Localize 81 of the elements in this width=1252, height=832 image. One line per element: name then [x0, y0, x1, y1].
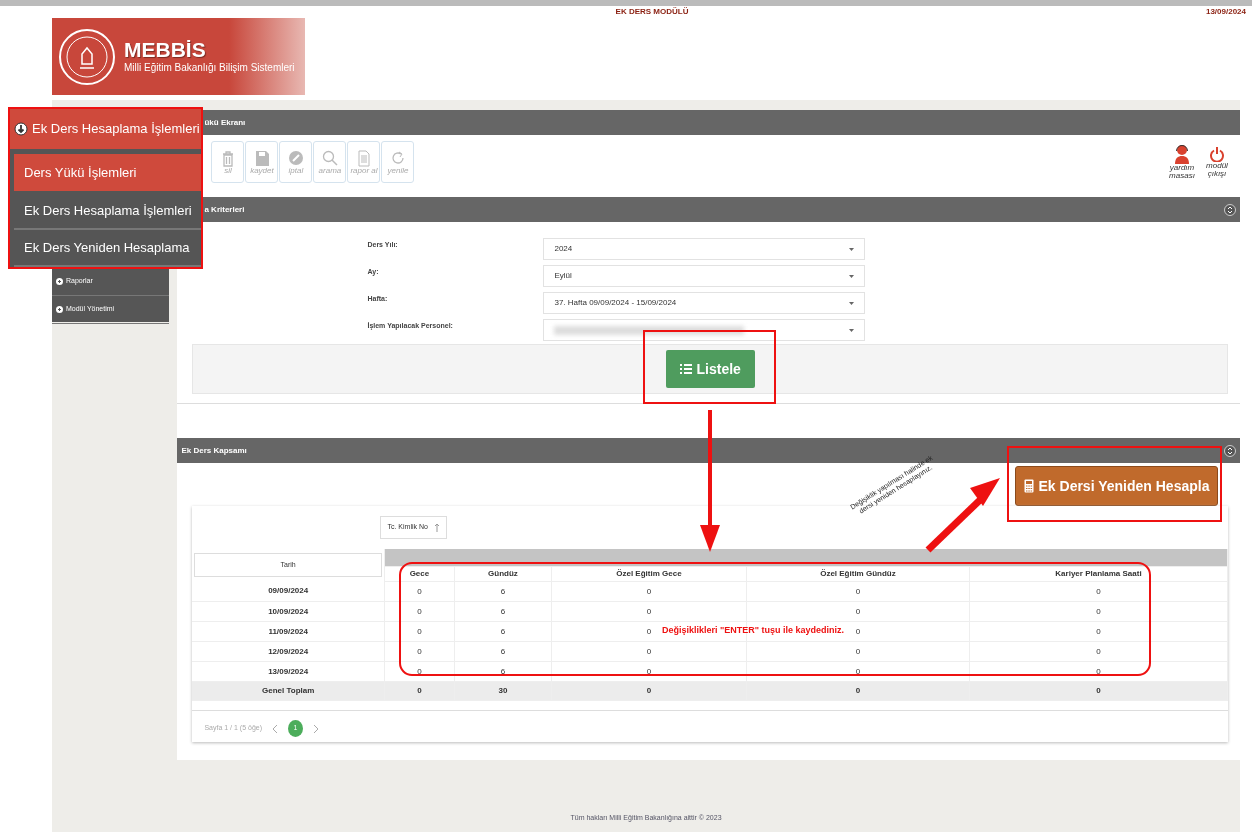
- refresh-icon: [389, 149, 406, 167]
- total-cell: 0: [417, 686, 422, 695]
- total-cell: 0: [855, 686, 861, 695]
- table-cell: 6: [500, 626, 506, 636]
- table-cell: 0: [646, 666, 652, 676]
- column-header: Özel Eğitim Gece: [616, 569, 682, 578]
- select-field[interactable]: Eylül: [543, 265, 866, 287]
- calculator-icon: [1023, 479, 1034, 493]
- power-icon: [1209, 146, 1225, 162]
- sort-up-icon: [433, 522, 440, 533]
- table-cell: 13/09/2024: [268, 666, 309, 676]
- annotation-note: Değişiklikleri "ENTER" tuşu ile kaydediniz.: [662, 624, 845, 637]
- panel-title: a Kriterleri: [204, 203, 245, 216]
- table-cell: 0: [1096, 606, 1101, 616]
- table-cell: 0: [855, 606, 861, 616]
- table-cell: 12/09/2024: [268, 646, 309, 656]
- search-icon: [321, 149, 338, 167]
- column-header: Kariyer Planlama Saati: [1055, 569, 1142, 578]
- table-cell: 0: [417, 646, 422, 656]
- logo-title: MEBBİS: [124, 38, 207, 60]
- caret-icon: [849, 328, 855, 332]
- column-header: Özel Eğitim Gündüz: [820, 569, 896, 578]
- table-cell: 0: [417, 626, 422, 636]
- table-cell: 6: [500, 666, 506, 676]
- table-cell: 0: [1096, 646, 1101, 656]
- table-cell: 0: [1096, 626, 1101, 636]
- table-cell: 0: [417, 666, 422, 676]
- select-field[interactable]: [543, 319, 866, 341]
- select-field[interactable]: 37. Hafta 09/09/2024 - 15/09/2024: [543, 292, 866, 314]
- date-text: 13/09/2024: [1205, 6, 1247, 18]
- menu-title[interactable]: Ek Ders Hesaplama İşlemleri: [10, 109, 201, 149]
- table-cell: 6: [500, 606, 506, 616]
- table-cell: 0: [417, 606, 422, 616]
- table-cell: 0: [646, 606, 652, 616]
- table-cell: 0: [646, 646, 652, 656]
- table-cell: 11/09/2024: [268, 626, 308, 636]
- table-cell: 0: [646, 586, 652, 596]
- document-icon: [355, 149, 372, 167]
- table-cell: 0: [855, 666, 861, 676]
- list-icon: [679, 364, 692, 374]
- chevron-left-icon[interactable]: [272, 723, 279, 734]
- plus-circle-icon: [56, 278, 63, 285]
- select-field[interactable]: 2024: [543, 238, 866, 260]
- table-cell: 10/09/2024: [268, 606, 309, 616]
- module-title: EK DERS MODÜLÜ: [615, 6, 689, 18]
- caret-icon: [849, 247, 855, 251]
- recalculate-button[interactable]: Ek Dersi Yeniden Hesapla: [1015, 466, 1218, 506]
- table-cell: 09/09/2024: [268, 586, 309, 596]
- column-header: Gece: [409, 569, 430, 578]
- collapse-icon[interactable]: [1224, 444, 1236, 457]
- table-cell: 0: [417, 586, 422, 596]
- emblem-icon: [58, 27, 116, 86]
- menu-item[interactable]: Ek Ders Yeniden Hesaplama: [14, 230, 201, 267]
- pencil-circle-icon: [287, 149, 304, 167]
- toolbar-button[interactable]: yardım masası: [1165, 144, 1199, 180]
- table-cell: 0: [646, 626, 652, 636]
- toolbar-button[interactable]: modül çıkışı: [1200, 146, 1234, 178]
- caret-icon: [849, 301, 855, 305]
- total-cell: 30: [498, 686, 508, 695]
- logo-subtitle: Milli Eğitim Bakanlığı Bilişim Sistemleri: [124, 60, 295, 75]
- table-cell: 0: [1096, 666, 1101, 676]
- plus-circle-icon: [56, 306, 63, 313]
- total-cell: 0: [646, 686, 652, 695]
- collapse-icon[interactable]: [1224, 203, 1236, 216]
- list-button[interactable]: Listele: [665, 350, 755, 388]
- headset-person-icon: [1174, 144, 1190, 164]
- caret-icon: [849, 274, 855, 278]
- table-cell: 0: [855, 626, 861, 636]
- table-cell: 0: [1096, 586, 1101, 596]
- table-cell: 0: [855, 646, 861, 656]
- menu-item[interactable]: Ek Ders Hesaplama İşlemleri: [14, 193, 201, 230]
- total-label: Genel Toplam: [262, 686, 315, 695]
- panel-title: Ek Ders Kapsamı: [181, 444, 247, 457]
- table-cell: 6: [500, 586, 506, 596]
- column-header: Gündüz: [488, 569, 518, 578]
- menu-item[interactable]: Ders Yükü İşlemleri: [14, 154, 201, 191]
- total-cell: 0: [1096, 686, 1101, 695]
- table-cell: 6: [500, 646, 506, 656]
- chevron-right-icon[interactable]: [313, 723, 320, 734]
- panel-title: ükü Ekranı: [204, 116, 246, 129]
- table-cell: 0: [855, 586, 861, 596]
